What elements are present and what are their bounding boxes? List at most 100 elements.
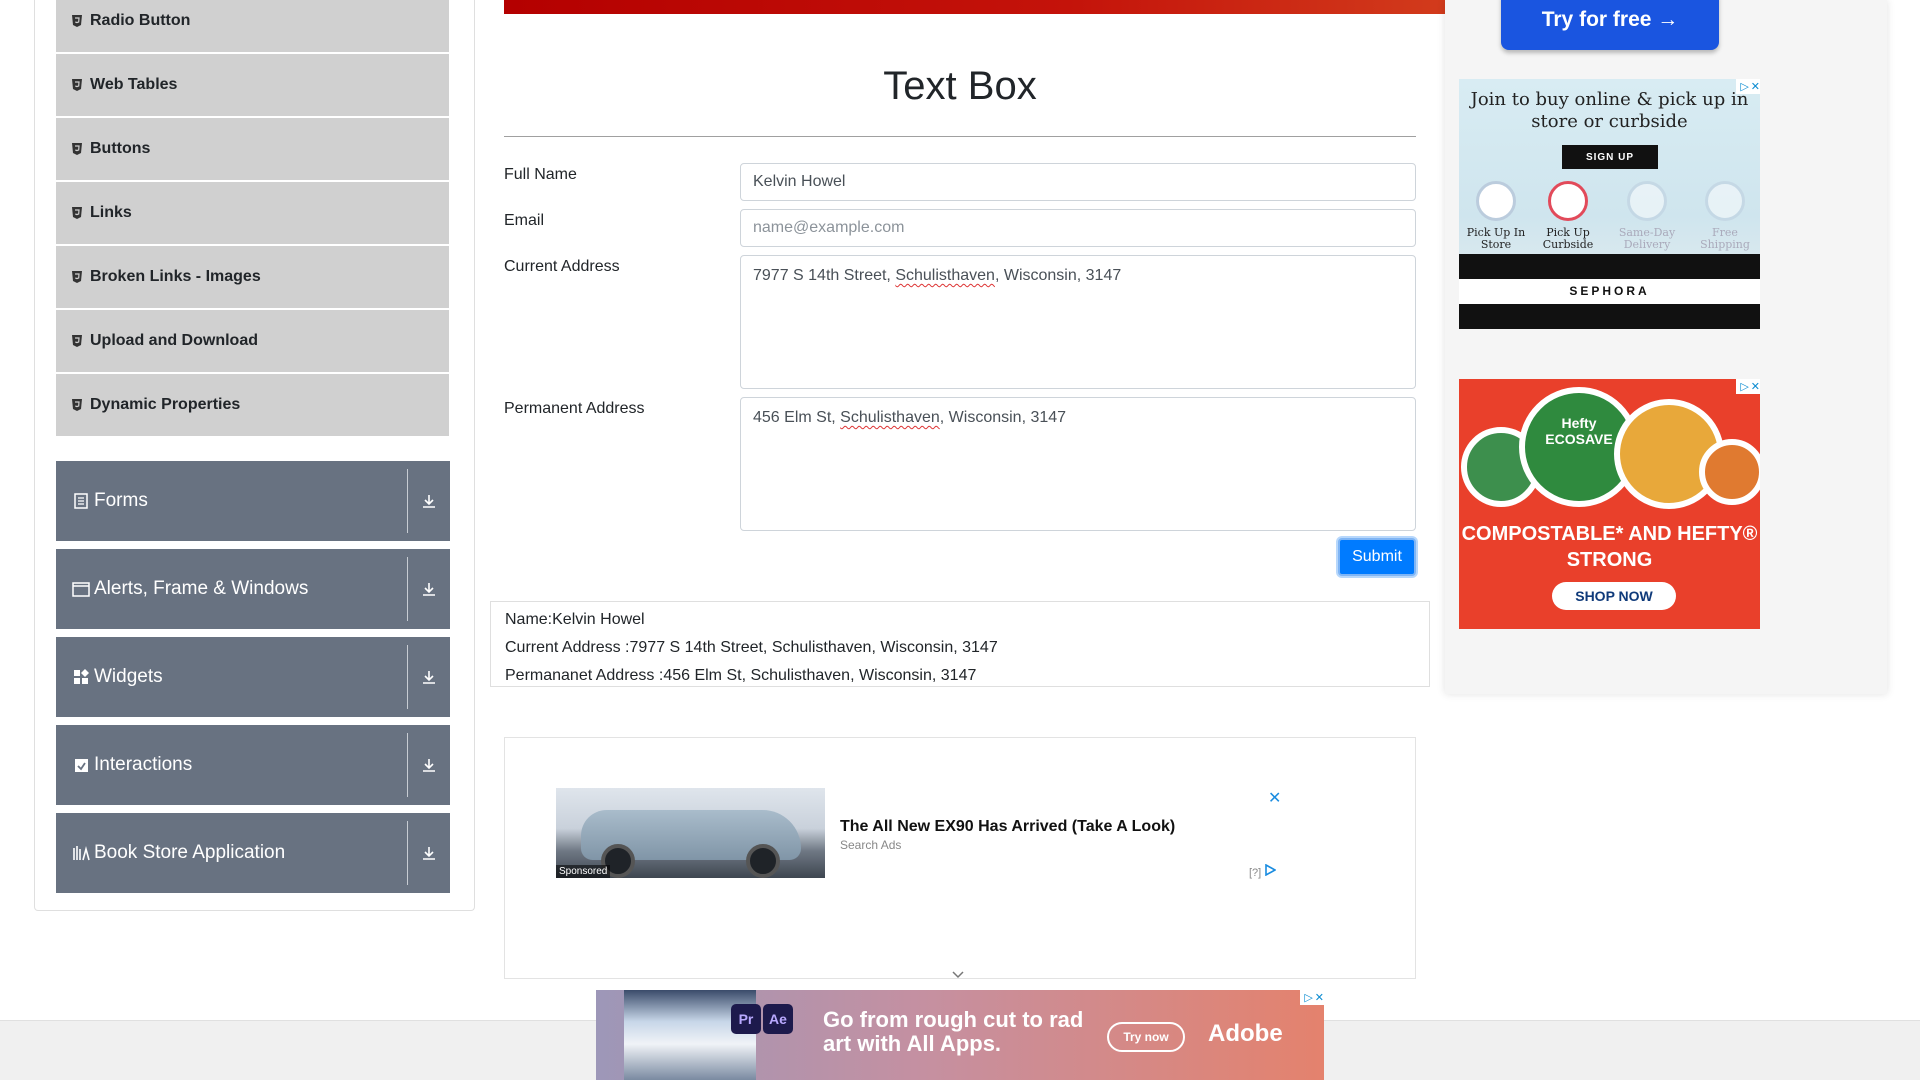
ad-close-icon[interactable]: ▷ ✕ xyxy=(1736,79,1760,94)
page: Radio Button Web Tables Buttons Links Br… xyxy=(0,0,1920,1080)
current-address-textarea[interactable]: 7977 S 14th Street, Schulisthaven, Wisco… xyxy=(740,255,1416,389)
sidebar-item-label: Radio Button xyxy=(90,12,191,29)
sidebar-group-book-store[interactable]: Book Store Application xyxy=(56,813,450,893)
interactions-icon xyxy=(72,756,90,774)
close-icon[interactable]: ✕ xyxy=(1268,788,1281,808)
permanent-address-textarea[interactable]: 456 Elm St, Schulisthaven, Wisconsin, 31… xyxy=(740,397,1416,531)
sidebar-item-label: Web Tables xyxy=(90,76,178,93)
sidebar-group-label: Alerts, Frame & Windows xyxy=(94,578,309,599)
permanent-address-label: Permanent Address xyxy=(504,400,645,417)
output-current-address: Current Address :7977 S 14th Street, Sch… xyxy=(505,639,998,656)
sephora-ad[interactable]: Join to buy online & pick up in store or… xyxy=(1459,79,1760,329)
book-icon xyxy=(72,844,90,862)
after-effects-icon: Ae xyxy=(763,1004,793,1034)
ad-source: Search Ads xyxy=(840,838,902,852)
ad-info-label: [?] xyxy=(1249,867,1262,879)
ad-message: Go from rough cut to rad art with All Ap… xyxy=(823,1007,1084,1056)
window-icon xyxy=(72,580,90,598)
html5-icon xyxy=(72,79,82,91)
ad-option: Same-Day Delivery xyxy=(1612,181,1682,251)
sidebar-group-label: Forms xyxy=(94,490,148,511)
address-text: 7977 S 14th Street, xyxy=(753,267,896,284)
inline-ad[interactable]: Sponsored The All New EX90 Has Arrived (… xyxy=(504,737,1416,979)
hefty-ad[interactable]: Hefty ECOSAVE COMPOSTABLE* AND HEFTY® ST… xyxy=(1459,379,1760,629)
plate-image xyxy=(1699,439,1760,505)
html5-icon xyxy=(72,271,82,283)
signup-button[interactable]: SIGN UP xyxy=(1562,145,1658,169)
sidebar-item-upload-download[interactable]: Upload and Download xyxy=(56,310,449,372)
try-for-free-button[interactable]: Try for free → xyxy=(1501,0,1719,50)
ad-band xyxy=(1459,304,1760,329)
shop-now-button[interactable]: SHOP NOW xyxy=(1552,582,1676,610)
ad-option: Pick Up Curbside xyxy=(1533,181,1603,251)
email-placeholder: name@example.com xyxy=(753,219,905,236)
sidebar-group-widgets[interactable]: Widgets xyxy=(56,637,450,717)
top-banner-strip xyxy=(504,0,1445,14)
ad-option: Free Shipping xyxy=(1690,181,1760,251)
sidebar-item-links[interactable]: Links xyxy=(56,182,449,244)
full-name-label: Full Name xyxy=(504,166,577,183)
sidebar-item-dynamic-properties[interactable]: Dynamic Properties xyxy=(56,374,449,436)
adchoices-icon xyxy=(1265,863,1277,877)
ad-band xyxy=(1459,254,1760,279)
address-text: , Wisconsin, 3147 xyxy=(939,409,1067,426)
sephora-logo: SEPHORA xyxy=(1459,279,1760,304)
sponsored-label: Sponsored xyxy=(556,865,611,878)
ad-car-image[interactable]: Sponsored xyxy=(556,788,825,878)
ad-info[interactable]: [?] xyxy=(1249,863,1277,879)
sidebar-item-label: Broken Links - Images xyxy=(90,268,261,285)
ad-close-icon[interactable]: ▷ ✕ xyxy=(1300,990,1324,1005)
current-address-label: Current Address xyxy=(504,258,620,275)
misspelled-word: Schulisthaven xyxy=(840,409,940,426)
widgets-icon xyxy=(72,668,90,686)
output-permanent-address: Permananet Address :456 Elm St, Schulist… xyxy=(505,667,977,684)
address-text: , Wisconsin, 3147 xyxy=(994,267,1122,284)
misspelled-word: Schulisthaven xyxy=(895,267,995,284)
sidebar-item-buttons[interactable]: Buttons xyxy=(56,118,449,180)
sidebar-item-label: Links xyxy=(90,204,132,221)
sidebar-item-radio-button[interactable]: Radio Button xyxy=(56,0,449,52)
sidebar-group-label: Interactions xyxy=(94,754,193,775)
html5-icon xyxy=(72,15,82,27)
ad-headline[interactable]: The All New EX90 Has Arrived (Take A Loo… xyxy=(840,818,1175,836)
expand-down-icon[interactable] xyxy=(408,757,450,773)
adobe-logo: Adobe xyxy=(1208,1020,1283,1047)
full-name-input[interactable]: Kelvin Howel xyxy=(740,163,1416,201)
chevron-down-icon[interactable] xyxy=(952,971,964,979)
expand-down-icon[interactable] xyxy=(408,493,450,509)
sidebar-group-label: Book Store Application xyxy=(94,842,286,863)
hefty-logo: Hefty ECOSAVE xyxy=(1545,415,1613,447)
sidebar-group-interactions[interactable]: Interactions xyxy=(56,725,450,805)
ad-text: Join to buy online & pick up in store or… xyxy=(1470,89,1749,132)
sidebar-item-label: Dynamic Properties xyxy=(90,396,241,413)
try-now-button[interactable]: Try now xyxy=(1107,1022,1185,1052)
submit-button[interactable]: Submit xyxy=(1338,538,1416,576)
page-title: Text Box xyxy=(883,64,1037,108)
sidebar-item-label: Upload and Download xyxy=(90,332,258,349)
ad-option-label: Same-Day Delivery xyxy=(1618,226,1676,251)
expand-down-icon[interactable] xyxy=(408,581,450,597)
ad-option: Pick Up In Store xyxy=(1461,181,1531,251)
ad-option-label: Pick Up Curbside xyxy=(1542,226,1594,251)
expand-down-icon[interactable] xyxy=(408,845,450,861)
html5-icon xyxy=(72,399,82,411)
premiere-icon: Pr xyxy=(731,1004,761,1034)
ad-close-icon[interactable]: ▷ ✕ xyxy=(1736,379,1760,394)
address-text: 456 Elm St, xyxy=(753,409,841,426)
sidebar-group-alerts[interactable]: Alerts, Frame & Windows xyxy=(56,549,450,629)
adobe-ad[interactable]: Pr Ae Go from rough cut to rad art with … xyxy=(596,990,1324,1080)
sidebar-item-label: Buttons xyxy=(90,140,151,157)
form-icon xyxy=(72,492,90,510)
ad-headline: COMPOSTABLE* AND HEFTY® STRONG xyxy=(1461,523,1758,571)
ad-option-label: Pick Up In Store xyxy=(1466,226,1526,251)
email-input[interactable]: name@example.com xyxy=(740,209,1416,247)
html5-icon xyxy=(72,335,82,347)
output-name: Name:Kelvin Howel xyxy=(505,611,645,628)
left-panel: Radio Button Web Tables Buttons Links Br… xyxy=(34,0,475,911)
ad-option-label: Free Shipping xyxy=(1700,226,1750,251)
sidebar-item-broken-links[interactable]: Broken Links - Images xyxy=(56,246,449,308)
sidebar-group-forms[interactable]: Forms xyxy=(56,461,450,541)
expand-down-icon[interactable] xyxy=(408,669,450,685)
sidebar-item-web-tables[interactable]: Web Tables xyxy=(56,54,449,116)
divider xyxy=(504,136,1416,137)
